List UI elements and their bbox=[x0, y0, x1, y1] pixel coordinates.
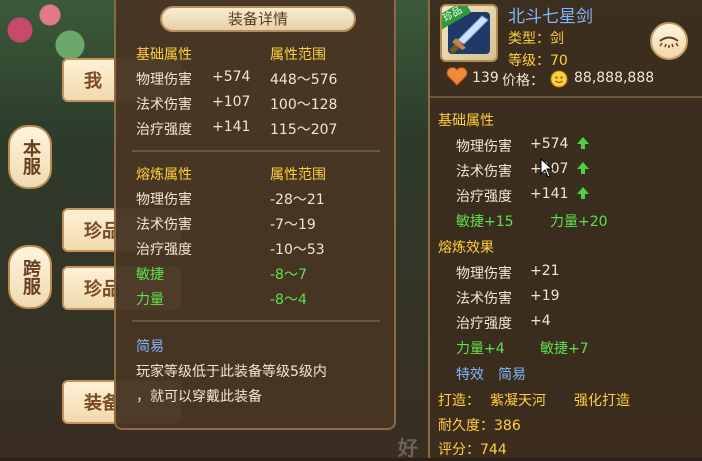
item-refine-value: +4 bbox=[530, 313, 551, 329]
item-refine-value: +21 bbox=[530, 263, 560, 279]
tab-local-server-label: 本服 bbox=[20, 139, 41, 175]
forge-extra: 强化打造 bbox=[574, 393, 630, 409]
equip-detail-panel: 装备详情 基础属性 属性范围 物理伤害 +574 448～576 法术伤害 +1… bbox=[114, 0, 396, 430]
item-info-panel: 珍品 北斗七星剑 类型：剑 等级：70 139 价格： 88,888,888 基… bbox=[428, 0, 702, 458]
price-label: 价格： bbox=[502, 73, 544, 89]
partial-friend-label: 好 bbox=[398, 436, 418, 460]
item-refine-value: +19 bbox=[530, 288, 560, 304]
durability: 耐久度：386 bbox=[438, 418, 521, 434]
item-base-name: 法术伤害 bbox=[456, 164, 512, 180]
refine-attr-name: 力量 bbox=[136, 292, 164, 308]
preview-button[interactable] bbox=[650, 22, 688, 60]
item-base-name: 治疗强度 bbox=[456, 189, 512, 205]
refine-attr-name: 物理伤害 bbox=[136, 192, 192, 208]
base-attr-name: 法术伤害 bbox=[136, 97, 192, 113]
item-refine-name: 物理伤害 bbox=[456, 266, 512, 282]
item-name: 北斗七星剑 bbox=[508, 7, 593, 27]
forge-value: 紫凝天河 bbox=[490, 393, 546, 409]
refine-attr-header: 熔炼属性 bbox=[136, 167, 192, 183]
divider bbox=[430, 96, 702, 98]
refine-attr-range: -10～53 bbox=[270, 242, 325, 258]
base-attr-name: 物理伤害 bbox=[136, 72, 192, 88]
item-icon[interactable]: 珍品 bbox=[440, 4, 498, 62]
base-attr-value: +141 bbox=[212, 119, 251, 135]
arrow-up-icon bbox=[577, 187, 590, 199]
base-attr-range: 115～207 bbox=[270, 122, 338, 138]
arrow-up-icon bbox=[577, 137, 590, 149]
arrow-up-icon bbox=[577, 162, 590, 174]
price-value: 88,888,888 bbox=[574, 70, 655, 86]
eye-icon bbox=[659, 36, 679, 48]
score: 评分：744 bbox=[438, 442, 507, 458]
partial-label: 我 bbox=[84, 71, 102, 92]
coin-icon bbox=[550, 70, 568, 88]
divider bbox=[132, 320, 380, 322]
item-refine-header: 熔炼效果 bbox=[438, 240, 494, 256]
tab-local-server[interactable]: 本服 bbox=[8, 125, 52, 189]
like-count: 139 bbox=[472, 70, 499, 86]
heart-icon[interactable] bbox=[446, 66, 468, 86]
item-refine-extra-agility: 敏捷+7 bbox=[540, 341, 589, 357]
item-extra-strength: 力量+20 bbox=[550, 214, 608, 230]
effect-value: 简易 bbox=[498, 367, 526, 383]
item-refine-name: 治疗强度 bbox=[456, 316, 512, 332]
easy-desc-line-1: 玩家等级低于此装备等级5级内 bbox=[136, 364, 327, 380]
base-attr-name: 治疗强度 bbox=[136, 122, 192, 138]
refine-attr-name: 法术伤害 bbox=[136, 217, 192, 233]
refine-attr-name: 敏捷 bbox=[136, 267, 164, 283]
refine-attr-name: 治疗强度 bbox=[136, 242, 192, 258]
cursor-icon bbox=[540, 158, 554, 178]
item-level: 等级：70 bbox=[508, 53, 568, 69]
item-refine-name: 法术伤害 bbox=[456, 291, 512, 307]
item-base-value-text: +574 bbox=[530, 136, 569, 152]
item-base-value-text: +141 bbox=[530, 186, 569, 202]
divider bbox=[132, 150, 380, 152]
easy-label: 简易 bbox=[136, 339, 164, 355]
base-attr-header: 基础属性 bbox=[136, 47, 192, 63]
item-base-header: 基础属性 bbox=[438, 113, 494, 129]
item-extra-agility: 敏捷+15 bbox=[456, 214, 514, 230]
refine-attr-range: -28～21 bbox=[270, 192, 325, 208]
refine-attr-range: -7～19 bbox=[270, 217, 316, 233]
base-attr-range: 448～576 bbox=[270, 72, 338, 88]
base-range-header: 属性范围 bbox=[270, 47, 326, 63]
refine-range-header: 属性范围 bbox=[270, 167, 326, 183]
forge-label: 打造： bbox=[438, 393, 480, 409]
base-attr-value: +574 bbox=[212, 69, 251, 85]
tab-cross-server-label: 跨服 bbox=[20, 259, 41, 295]
base-attr-range: 100～128 bbox=[270, 97, 338, 113]
tab-cross-server[interactable]: 跨服 bbox=[8, 245, 52, 309]
refine-attr-range: -8～7 bbox=[270, 267, 307, 283]
item-base-value: +141 bbox=[530, 186, 590, 202]
base-attr-value: +107 bbox=[212, 94, 251, 110]
item-base-value: +574 bbox=[530, 136, 590, 152]
item-refine-extra-strength: 力量+4 bbox=[456, 341, 505, 357]
item-base-name: 物理伤害 bbox=[456, 139, 512, 155]
item-type: 类型：剑 bbox=[508, 31, 564, 47]
easy-desc-line-2: ，就可以穿戴此装备 bbox=[136, 389, 262, 405]
effect-label: 特效 bbox=[456, 367, 484, 383]
detail-title: 装备详情 bbox=[160, 6, 356, 32]
refine-attr-range: -8～4 bbox=[270, 292, 307, 308]
